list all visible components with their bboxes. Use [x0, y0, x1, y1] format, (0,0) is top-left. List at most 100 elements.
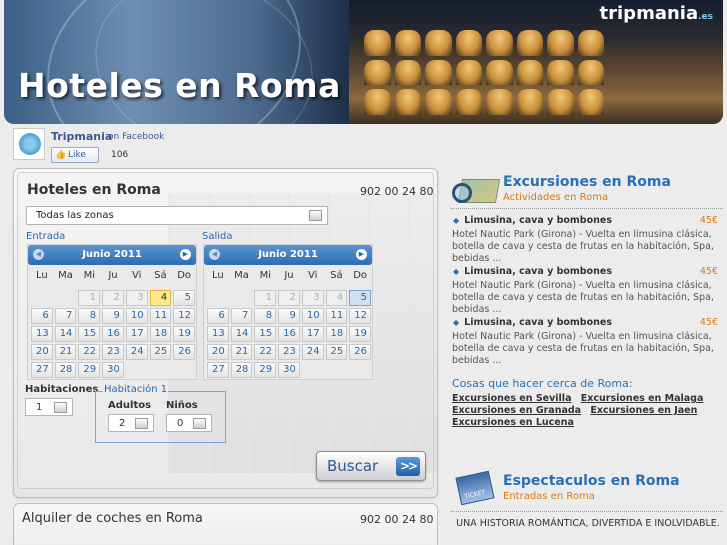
weekday-label: Lu — [211, 270, 224, 281]
calendar-day[interactable]: 12 — [349, 308, 371, 324]
calendar-day[interactable]: 24 — [301, 344, 324, 360]
prev-month-icon[interactable]: ◀ — [33, 249, 44, 260]
facebook-on-label[interactable]: on Facebook — [108, 132, 164, 142]
calendar-day[interactable]: 5 — [349, 290, 371, 306]
map-magnifier-icon — [452, 177, 501, 207]
calendar-day[interactable]: 22 — [78, 344, 101, 360]
next-month-icon[interactable]: ▶ — [180, 249, 191, 260]
excursion-item-title[interactable]: ◆ Limusina, cava y bombones — [453, 266, 612, 277]
calendar-day[interactable]: 15 — [78, 326, 101, 342]
calendar-day[interactable]: 25 — [149, 344, 172, 360]
like-button[interactable]: Like — [51, 147, 99, 163]
calendar-day[interactable]: 20 — [31, 344, 53, 360]
adultos-select[interactable]: 2 — [108, 414, 154, 432]
calendar-day[interactable]: 13 — [31, 326, 53, 342]
calendar-day: 2 — [102, 290, 124, 306]
calendar-day[interactable]: 19 — [173, 326, 195, 342]
link-malaga[interactable]: Excursiones en Malaga — [581, 393, 704, 404]
calendar-day[interactable]: 14 — [54, 326, 77, 342]
calendar-day[interactable]: 7 — [230, 308, 253, 324]
calendar-day[interactable]: 11 — [149, 308, 172, 324]
link-lucena[interactable]: Excursiones en Lucena — [452, 417, 574, 428]
brand-logo[interactable]: tripmania.es — [600, 3, 713, 24]
espectaculos-title[interactable]: Espectaculos en Roma — [503, 473, 680, 489]
calendar-day[interactable]: 20 — [207, 344, 229, 360]
calendar-day: 1 — [78, 290, 101, 306]
calendar-day[interactable]: 14 — [230, 326, 253, 342]
calendar-day[interactable]: 28 — [230, 362, 253, 378]
calendar-day[interactable]: 24 — [125, 344, 148, 360]
colosseum-arches — [364, 30, 604, 115]
calendar-day[interactable]: 29 — [78, 362, 101, 378]
bullet-icon: ◆ — [453, 216, 460, 225]
excursion-item-price: 45€ — [699, 215, 718, 226]
calendar-day[interactable]: 23 — [278, 344, 300, 360]
zone-select[interactable]: Todas las zonas — [26, 206, 328, 225]
calendar-day[interactable]: 13 — [207, 326, 229, 342]
calendar-day[interactable]: 17 — [301, 326, 324, 342]
calendar-day[interactable]: 21 — [230, 344, 253, 360]
weekday-label: Mi — [259, 270, 271, 281]
calendar-day[interactable]: 4 — [149, 290, 172, 306]
calendar-day[interactable]: 6 — [207, 308, 229, 324]
calendar-day: 3 — [125, 290, 148, 306]
calendar-day[interactable]: 9 — [278, 308, 300, 324]
espectaculo-desc[interactable]: UNA HISTORIA ROMÁNTICA, DIVERTIDA E INOL… — [452, 518, 724, 530]
calendar-day[interactable]: 22 — [254, 344, 277, 360]
excursiones-subtitle[interactable]: Actividades en Roma — [503, 192, 608, 203]
calendar-day[interactable]: 21 — [54, 344, 77, 360]
chevron-down-icon[interactable] — [193, 418, 206, 429]
weekday-header: Lu Ma Mi Ju Vi Sá Do — [206, 270, 372, 281]
search-button[interactable]: Buscar >> — [316, 451, 426, 481]
calendar-day[interactable]: 30 — [102, 362, 124, 378]
calendar-day[interactable]: 27 — [31, 362, 53, 378]
entrada-label: Entrada — [26, 231, 66, 242]
prev-month-icon[interactable]: ◀ — [209, 249, 220, 260]
calendar-day[interactable]: 10 — [125, 308, 148, 324]
link-jaen[interactable]: Excursiones en Jaen — [590, 405, 697, 416]
excursion-item-title[interactable]: ◆ Limusina, cava y bombones — [453, 317, 612, 328]
calendar-empty-cell — [207, 290, 229, 306]
calendar-day[interactable]: 19 — [349, 326, 371, 342]
chevron-down-icon[interactable] — [135, 418, 148, 429]
calendar-day[interactable]: 5 — [173, 290, 195, 306]
next-month-icon[interactable]: ▶ — [356, 249, 367, 260]
calendar-day[interactable]: 15 — [254, 326, 277, 342]
chevron-down-icon[interactable] — [54, 402, 67, 413]
calendar-day[interactable]: 7 — [54, 308, 77, 324]
chevron-down-icon[interactable] — [309, 210, 322, 221]
calendar-day[interactable]: 28 — [54, 362, 77, 378]
calendar-day[interactable]: 18 — [149, 326, 172, 342]
habitaciones-select[interactable]: 1 — [25, 398, 73, 416]
calendar-day[interactable]: 16 — [278, 326, 300, 342]
espectaculos-subtitle[interactable]: Entradas en Roma — [503, 491, 595, 502]
calendar-day[interactable]: 9 — [102, 308, 124, 324]
calendar-day[interactable]: 26 — [349, 344, 371, 360]
calendar-day: 1 — [254, 290, 277, 306]
calendar-month: Junio 2011 — [28, 245, 196, 265]
ninos-select[interactable]: 0 — [166, 414, 212, 432]
calendar-day[interactable]: 12 — [173, 308, 195, 324]
tripmania-avatar[interactable] — [13, 128, 45, 160]
calendar-day[interactable]: 10 — [301, 308, 324, 324]
calendar-day[interactable]: 11 — [325, 308, 348, 324]
calendar-day[interactable]: 25 — [325, 344, 348, 360]
calendar-day[interactable]: 6 — [31, 308, 53, 324]
excursiones-title[interactable]: Excursiones en Roma — [503, 174, 671, 190]
calendar-day[interactable]: 27 — [207, 362, 229, 378]
calendar-day[interactable]: 16 — [102, 326, 124, 342]
calendar-day[interactable]: 29 — [254, 362, 277, 378]
calendar-day[interactable]: 23 — [102, 344, 124, 360]
calendar-day[interactable]: 18 — [325, 326, 348, 342]
calendar-day[interactable]: 8 — [254, 308, 277, 324]
link-granada[interactable]: Excursiones en Granada — [452, 405, 581, 416]
link-sevilla[interactable]: Excursiones en Sevilla — [452, 393, 571, 404]
car-rental-title: Alquiler de coches en Roma — [22, 511, 203, 526]
calendar-day[interactable]: 30 — [278, 362, 300, 378]
facebook-page-name[interactable]: Tripmania — [51, 130, 112, 143]
excursion-item-title[interactable]: ◆ Limusina, cava y bombones — [453, 215, 612, 226]
calendar-day[interactable]: 17 — [125, 326, 148, 342]
header-banner: Hoteles en Roma tripmania.es — [4, 0, 723, 124]
calendar-day[interactable]: 8 — [78, 308, 101, 324]
calendar-day[interactable]: 26 — [173, 344, 195, 360]
